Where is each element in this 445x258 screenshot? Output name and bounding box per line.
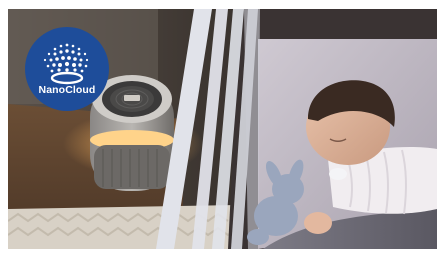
nanocloud-badge: NanoCloud bbox=[25, 27, 109, 111]
product-photo: NanoCloud bbox=[8, 9, 437, 249]
nanocloud-label: NanoCloud bbox=[38, 84, 96, 96]
nanocloud-icon bbox=[43, 43, 89, 85]
